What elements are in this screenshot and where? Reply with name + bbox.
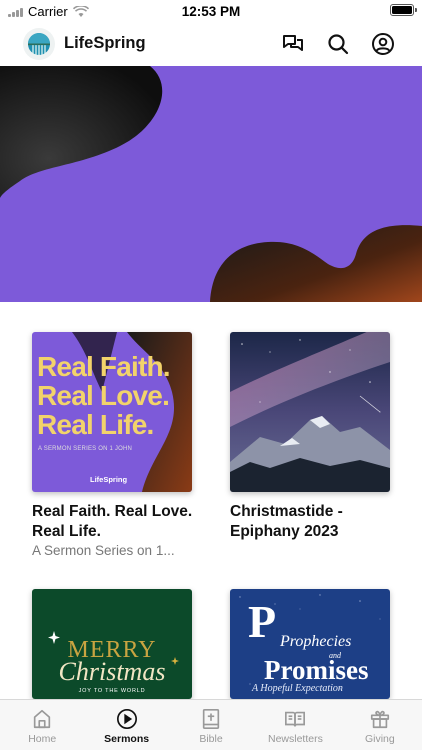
app-title: LifeSpring (64, 34, 146, 52)
search-icon[interactable] (326, 32, 350, 56)
sermon-subtitle: A Sermon Series on 1... (32, 543, 175, 558)
bible-icon (202, 709, 220, 729)
status-time: 12:53 PM (181, 4, 241, 19)
tab-home[interactable]: Home (0, 700, 84, 750)
artwork-tagline: JOY TO THE WORLD (78, 688, 146, 694)
tab-bar: Home Sermons Bible Newsletters Giving (0, 699, 422, 750)
tab-newsletters[interactable]: Newsletters (253, 700, 337, 750)
sermon-artwork[interactable]: Real Faith. Real Love. Real Life. A SERM… (32, 332, 192, 492)
sermon-title[interactable]: Christmastide - Epiphany 2023 (230, 502, 395, 542)
artwork-line-2: Christmas (58, 657, 166, 686)
play-circle-icon (116, 709, 137, 729)
sermon-artwork[interactable] (230, 332, 390, 492)
artwork-brand: LifeSpring (90, 475, 128, 484)
tab-label: Giving (364, 733, 395, 745)
chat-icon[interactable] (281, 32, 305, 56)
sermon-card[interactable]: Christmastide - Epiphany 2023 (230, 332, 390, 542)
tab-label: Home (28, 733, 57, 745)
newsletter-icon (285, 711, 306, 727)
battery-icon (390, 4, 417, 16)
profile-icon[interactable] (371, 32, 395, 56)
mountain-night-sky-image (230, 332, 390, 492)
tab-label: Bible (199, 733, 223, 745)
artwork-line-1: Prophecies (280, 633, 352, 650)
sermon-artwork[interactable]: P Prophecies and Promises A Hopeful Expe… (230, 589, 390, 699)
artwork-initial: P (248, 596, 277, 647)
sermon-card[interactable]: MERRY Christmas JOY TO THE WORLD (32, 589, 192, 699)
home-icon (34, 709, 51, 729)
app-header: LifeSpring (0, 22, 422, 66)
hero-artwork (0, 66, 422, 302)
artwork-line-4: A Hopeful Expectation (252, 683, 343, 694)
hero-banner[interactable] (0, 66, 422, 302)
artwork-line-3: Promises (264, 655, 369, 685)
tab-giving[interactable]: Giving (338, 700, 422, 750)
sermon-card[interactable]: P Prophecies and Promises A Hopeful Expe… (230, 589, 390, 699)
sermon-artwork[interactable]: MERRY Christmas JOY TO THE WORLD (32, 589, 192, 699)
status-bar: Carrier 12:53 PM (0, 0, 422, 22)
tab-bible[interactable]: Bible (169, 700, 253, 750)
gift-icon (370, 710, 389, 729)
sermon-title[interactable]: Real Faith. Real Love. Real Life. (32, 502, 197, 542)
artwork-title: Real Faith. Real Love. Real Life. (37, 351, 171, 440)
tab-label: Sermons (104, 733, 150, 745)
artwork-tagline: A SERMON SERIES ON 1 JOHN (38, 446, 133, 452)
sermon-card[interactable]: Real Faith. Real Love. Real Life. A SERM… (32, 332, 192, 558)
tab-label: Newsletters (267, 733, 323, 745)
app-logo (23, 28, 55, 60)
tab-sermons[interactable]: Sermons (84, 700, 168, 750)
